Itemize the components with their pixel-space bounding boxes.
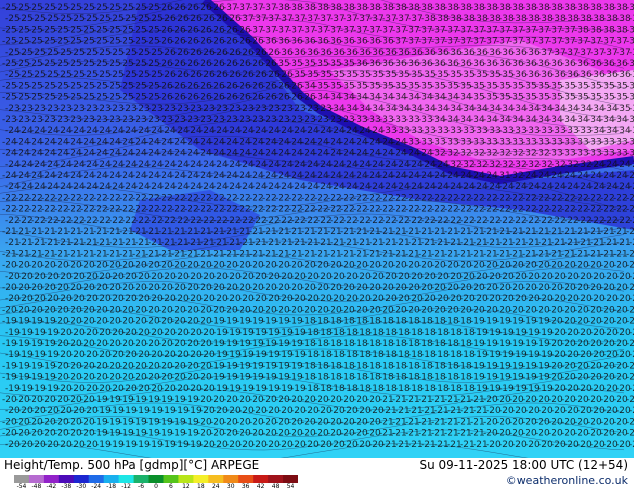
temp-label: -21 xyxy=(626,249,634,259)
temp-label: -20 xyxy=(626,339,634,349)
scale-tick-label: 24 xyxy=(211,483,220,490)
temp-label: -24 xyxy=(626,171,634,181)
validity-time: Su 09-11-2025 18:00 UTC (12+54) xyxy=(419,458,628,472)
scale-swatch xyxy=(163,475,179,483)
temp-label: -37 xyxy=(626,37,634,47)
scale-swatch xyxy=(14,475,30,483)
temp-label: -20 xyxy=(626,283,634,293)
scale-tick-label: 6 xyxy=(169,483,173,490)
scale-swatch xyxy=(73,475,90,483)
color-scale-ticks: -54 -48 -42 -38 -30 -24 -18 -12 -6 0 6 12 18 24 30 36 42… xyxy=(14,483,298,490)
scale-swatch xyxy=(133,475,149,483)
temperature-field: -25-25-25-25-25-25-25-25-25-25-25-25-26-… xyxy=(0,0,634,458)
temp-label: -20 xyxy=(626,361,634,371)
temp-label: -21 xyxy=(626,227,634,237)
scale-swatch xyxy=(223,475,239,483)
temp-label: -38 xyxy=(626,25,634,35)
temp-label: -35 xyxy=(626,81,634,91)
map-title: Height/Temp. 500 hPa [gdmp][°C] ARPEGE xyxy=(4,458,260,472)
temp-label: -35 xyxy=(629,104,634,114)
temp-label: -20 xyxy=(629,350,634,360)
temp-label: -20 xyxy=(626,373,634,383)
scale-tick-label: -54 xyxy=(16,483,27,490)
credit-link[interactable]: ©weatheronline.co.uk xyxy=(506,474,628,487)
temp-label: -20 xyxy=(629,406,634,416)
temp-label: -20 xyxy=(626,395,634,405)
scale-swatch xyxy=(118,475,134,483)
temp-label: -36 xyxy=(629,70,634,80)
footer-bar: Height/Temp. 500 hPa [gdmp][°C] ARPEGE S… xyxy=(0,458,634,490)
scale-swatch xyxy=(193,475,209,483)
temp-label: -21 xyxy=(629,238,634,248)
scale-tick-label: -24 xyxy=(91,483,102,490)
temp-label: -24 xyxy=(629,160,634,170)
temp-label: -20 xyxy=(626,261,634,271)
temp-label: -36 xyxy=(626,59,634,69)
scale-tick-label: 12 xyxy=(182,483,190,490)
temp-label: -38 xyxy=(626,3,634,13)
scale-swatch xyxy=(88,475,105,483)
scale-tick-label: -6 xyxy=(138,483,145,490)
scale-tick-label: -42 xyxy=(46,483,57,490)
scale-swatch xyxy=(58,475,75,483)
temp-label: -38 xyxy=(629,14,634,24)
temp-label: -20 xyxy=(629,294,634,304)
temp-label: -22 xyxy=(626,205,634,215)
temp-label: -20 xyxy=(629,328,634,338)
temp-label: -20 xyxy=(626,429,634,439)
weather-map: -25 -25 -25 -25 -25 -25 -25 -25 -25 -25 -25 -25 -26-… xyxy=(0,0,634,458)
scale-tick-label: 36 xyxy=(241,483,250,490)
temp-label: -20 xyxy=(626,305,634,315)
temp-label: -20 xyxy=(626,317,634,327)
scale-tick-label: 48 xyxy=(271,483,280,490)
temp-label: -33 xyxy=(626,149,634,159)
temp-label: -20 xyxy=(629,440,634,450)
scale-tick-label: 54 xyxy=(286,483,295,490)
scale-swatch xyxy=(148,475,164,483)
temp-label: -33 xyxy=(626,137,634,147)
temp-label: -22 xyxy=(626,193,634,203)
scale-tick-label: 18 xyxy=(197,483,205,490)
temp-label: -22 xyxy=(629,216,634,226)
scale-swatch xyxy=(178,475,194,483)
scale-tick-label: -30 xyxy=(76,483,87,490)
scale-tick-label: 30 xyxy=(226,483,235,490)
scale-swatch xyxy=(208,475,224,483)
scale-swatch xyxy=(43,475,60,483)
color-scale xyxy=(14,475,298,483)
scale-tick-label: -18 xyxy=(106,483,117,490)
temp-label: -24 xyxy=(629,182,634,192)
scale-swatch xyxy=(283,475,298,483)
temp-label: -20 xyxy=(626,417,634,427)
scale-swatch xyxy=(253,475,269,483)
scale-swatch xyxy=(238,475,254,483)
scale-swatch xyxy=(268,475,284,483)
temp-label: -34 xyxy=(629,126,634,136)
scale-swatch xyxy=(103,475,120,483)
temp-label: -34 xyxy=(626,115,634,125)
scale-tick-label: 42 xyxy=(256,483,265,490)
scale-tick-label: -48 xyxy=(31,483,42,490)
scale-tick-label: -12 xyxy=(121,483,131,490)
temp-label: -37 xyxy=(629,48,634,58)
scale-tick-label: 0 xyxy=(154,483,158,490)
scale-swatch xyxy=(28,475,45,483)
temp-label: -20 xyxy=(629,272,634,282)
temp-label: -20 xyxy=(629,384,634,394)
temp-label: -35 xyxy=(626,93,634,103)
scale-tick-label: -38 xyxy=(61,483,72,490)
